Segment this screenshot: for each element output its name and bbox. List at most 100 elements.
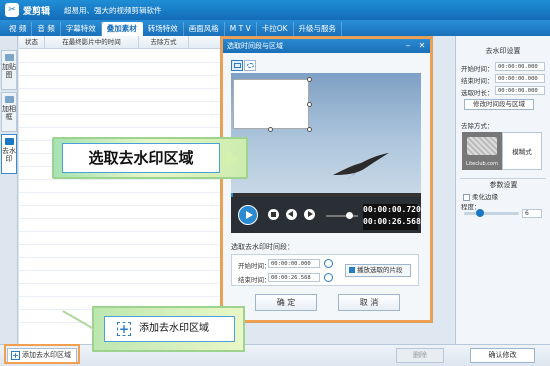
stop-icon[interactable] <box>268 209 279 220</box>
dialog-start-label: 开始时间： <box>238 262 271 270</box>
duration-value[interactable]: 00:00:00.000 <box>495 86 545 95</box>
slider-knob[interactable] <box>476 209 484 217</box>
play-button[interactable] <box>238 205 258 225</box>
params-header: 参数设置 <box>489 181 518 189</box>
duration-label: 选取时长： <box>461 89 494 97</box>
rect-select-tool-icon[interactable] <box>231 60 243 71</box>
delete-button[interactable]: 删除 <box>396 348 444 363</box>
callout-select-region-label: 选取去水印区域 <box>62 143 220 173</box>
list-rows[interactable] <box>19 50 220 330</box>
resize-handle[interactable] <box>307 127 312 132</box>
pick-time-icon[interactable] <box>324 259 333 268</box>
callout-arrow-icon <box>225 149 239 167</box>
play-selected-button[interactable]: 播放选取的片段 <box>345 264 411 277</box>
watermark-region-box[interactable] <box>233 79 309 129</box>
total-timecode: 00:00:26.568 <box>363 217 421 226</box>
duration-field: 选取时长： 00:00:00.000 <box>461 86 545 97</box>
watermark-settings-panel: 去水印设置 开始时间： 00:00:00.000 结束时间： 00:00:00.… <box>455 36 550 344</box>
col-status: 状态 <box>19 36 45 48</box>
degree-value[interactable]: 6 <box>522 209 542 218</box>
step-back-icon[interactable] <box>286 209 297 220</box>
video-preview[interactable] <box>231 73 421 193</box>
minimize-icon[interactable]: ‒ <box>403 41 413 51</box>
soften-edge-checkbox[interactable]: 柔化边缘 <box>463 191 498 201</box>
tab-add-frame[interactable]: 加相框 <box>1 92 17 132</box>
side-tab-bar: 加贴图 加相框 去水印 <box>0 36 18 346</box>
dialog-end-field: 结束时间： 00:00:26.568 <box>238 273 333 284</box>
step-forward-icon[interactable] <box>304 209 315 220</box>
col-removal-method: 去除方式 <box>139 36 189 48</box>
bird-image <box>333 153 389 180</box>
highlight-frame <box>4 344 80 364</box>
watermark-icon <box>4 138 14 145</box>
title-bar: ✂ 爱剪辑 超易用、强大的视频剪辑软件 <box>0 0 550 20</box>
start-time-label: 开始时间： <box>461 65 494 73</box>
time-range-box: 开始时间： 00:00:00.000 结束时间： 00:00:26.568 播放… <box>231 254 419 286</box>
player-controls: 00:00:00.720 00:00:26.568 <box>231 197 421 233</box>
callout-add-region: + 添加去水印区域 <box>62 306 245 352</box>
menu-mtv[interactable]: M T V <box>225 22 257 36</box>
cancel-button[interactable]: 取 消 <box>338 294 400 311</box>
app-slogan: 超易用、强大的视频剪辑软件 <box>64 6 162 15</box>
main-menu: 视 频 音 频 字幕特效 叠加素材 转场特效 画面风格 M T V 卡拉OK 升… <box>0 20 550 36</box>
volume-knob[interactable] <box>346 212 353 219</box>
dialog-title: 选取时间段与区域 <box>227 42 283 50</box>
degree-slider[interactable] <box>464 209 519 217</box>
tab-remove-watermark-label: 去水印 <box>2 147 16 163</box>
method-label: 去除方式： <box>461 122 494 130</box>
blur-preview-icon <box>467 137 497 155</box>
method-preview: Liteclub.com <box>462 132 502 170</box>
menu-audio[interactable]: 音 频 <box>32 22 61 36</box>
menu-subtitle-effects[interactable]: 字幕特效 <box>61 22 102 36</box>
freeform-select-tool-icon[interactable] <box>244 60 256 71</box>
sticker-icon <box>4 54 14 61</box>
menu-video[interactable]: 视 频 <box>4 22 33 36</box>
list-header: 状态 在最终影片中的时间 去除方式 <box>19 36 220 49</box>
resize-handle[interactable] <box>307 77 312 82</box>
bottom-bar: + 添加去水印区域 删除 确认修改 <box>0 344 550 366</box>
watermark-list: 状态 在最终影片中的时间 去除方式 <box>19 36 220 346</box>
tab-add-sticker-label: 加贴图 <box>2 63 16 79</box>
close-icon[interactable]: ✕ <box>417 41 427 51</box>
callout-add-region-text: 添加去水印区域 <box>139 323 209 334</box>
time-section-label: 选取去水印时间段： <box>231 243 294 251</box>
end-time-label: 结束时间： <box>461 77 494 85</box>
start-time-value[interactable]: 00:00:00.000 <box>495 62 545 71</box>
dashed-plus-icon: + <box>117 322 131 336</box>
tab-add-sticker[interactable]: 加贴图 <box>1 50 17 90</box>
callout-select-region: 选取去水印区域 <box>52 137 248 179</box>
method-select[interactable]: 模糊式 <box>502 132 542 170</box>
menu-transitions[interactable]: 转场特效 <box>143 22 184 36</box>
start-time-field: 开始时间： 00:00:00.000 <box>461 62 545 73</box>
frame-icon <box>4 96 14 103</box>
region-tools <box>231 60 257 73</box>
menu-overlay-materials[interactable]: 叠加素材 <box>101 22 143 36</box>
checkbox-icon <box>463 193 470 201</box>
end-time-value[interactable]: 00:00:00.000 <box>495 74 545 83</box>
col-time-in-movie: 在最终影片中的时间 <box>45 36 139 48</box>
app-name: 爱剪辑 <box>23 7 51 17</box>
menu-picture-style[interactable]: 画面风格 <box>184 22 225 36</box>
dialog-titlebar: 选取时间段与区域 ‒ ✕ <box>223 39 430 53</box>
menu-upgrade-service[interactable]: 升级与服务 <box>294 22 343 36</box>
soften-edge-label: 柔化边缘 <box>472 193 498 201</box>
tab-remove-watermark[interactable]: 去水印 <box>1 134 17 174</box>
timecode-display: 00:00:00.720 00:00:26.568 <box>363 204 421 230</box>
modify-time-region-button[interactable]: 修改时间段与区域 <box>464 99 534 110</box>
resize-handle[interactable] <box>307 102 312 107</box>
confirm-modify-button[interactable]: 确认修改 <box>470 348 535 363</box>
menu-karaoke[interactable]: 卡拉OK <box>257 22 294 36</box>
dialog-end-label: 结束时间： <box>238 276 271 284</box>
volume-slider[interactable] <box>326 212 358 219</box>
preview-caption: Liteclub.com <box>466 161 498 167</box>
tab-add-frame-label: 加相框 <box>2 105 16 121</box>
pick-time-icon[interactable] <box>324 273 333 282</box>
end-time-field: 结束时间： 00:00:00.000 <box>461 74 545 85</box>
resize-handle[interactable] <box>268 127 273 132</box>
dialog-start-field: 开始时间： 00:00:00.000 <box>238 259 333 270</box>
divider <box>460 178 546 179</box>
dialog-end-value[interactable]: 00:00:26.568 <box>268 273 320 282</box>
current-timecode: 00:00:00.720 <box>363 205 421 214</box>
ok-button[interactable]: 确 定 <box>255 294 317 311</box>
dialog-start-value[interactable]: 00:00:00.000 <box>268 259 320 268</box>
